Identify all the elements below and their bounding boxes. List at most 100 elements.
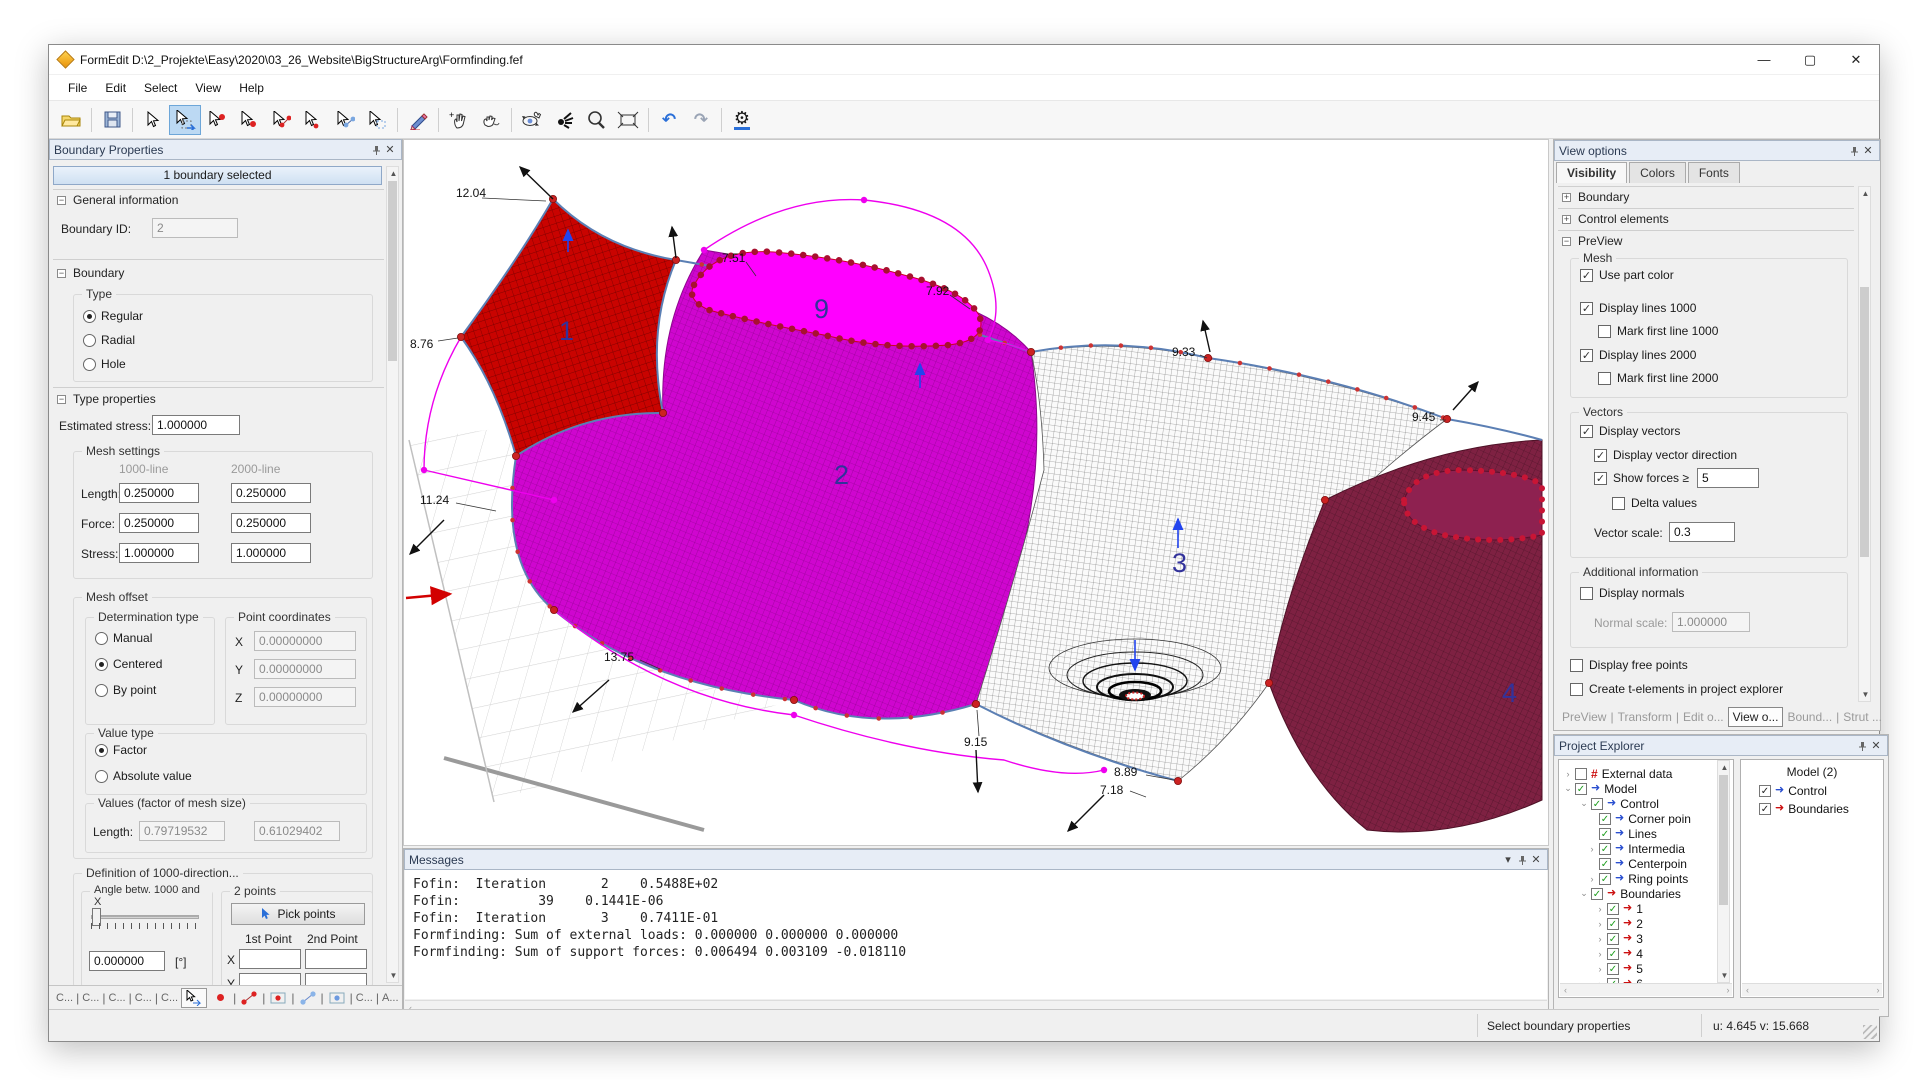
tree-item-boundary-2[interactable]: ›➜2 [1595, 916, 1643, 931]
light-burst-button[interactable] [548, 105, 580, 135]
point-z-field[interactable]: 0.00000000 [254, 687, 356, 707]
tab-view-o[interactable]: View o... [1728, 707, 1784, 727]
grab-view-button[interactable] [475, 105, 507, 135]
checkbox-use-part-color[interactable]: Use part color [1580, 268, 1674, 282]
open-file-button[interactable] [55, 105, 87, 135]
tab-strut[interactable]: Strut ... [1839, 708, 1886, 726]
section-vo-boundary[interactable]: +Boundary [1562, 190, 1629, 204]
stress-1000-field[interactable]: 1.000000 [119, 543, 199, 563]
tree-item-boundary-3[interactable]: ›➜3 [1595, 931, 1643, 946]
checkbox-display-free-points[interactable]: Display free points [1570, 658, 1688, 672]
checkbox-show-forces[interactable]: Show forces ≥ [1594, 471, 1689, 485]
tree-item-boundary-1[interactable]: ›➜1 [1595, 901, 1643, 916]
tree-item-boundary-4[interactable]: ›➜4 [1595, 946, 1643, 961]
first-point-x-field[interactable] [239, 949, 301, 969]
model-pane-hscrollbar[interactable]: ‹› [1742, 983, 1882, 996]
tree-item-centerpoints[interactable]: ➜Centerpoin [1599, 856, 1687, 871]
dropdown-icon[interactable]: ▾ [1501, 853, 1515, 867]
draw-tool-button[interactable] [402, 105, 434, 135]
tab-a1[interactable]: A... [379, 990, 402, 1006]
settings-run-button[interactable]: ⚙ [726, 105, 758, 135]
tab-c1[interactable]: C... [53, 990, 76, 1006]
select-node-tool-button[interactable] [233, 105, 265, 135]
tab-red-line-icon[interactable] [236, 988, 262, 1008]
view-options-scrollbar[interactable]: ▲ ▼ [1858, 186, 1871, 702]
angle-field[interactable]: 0.000000 [89, 951, 165, 971]
pin-icon[interactable] [1515, 853, 1529, 867]
orbit-view-button[interactable] [516, 105, 548, 135]
close-icon[interactable]: ✕ [1869, 739, 1883, 753]
section-boundary[interactable]: −Boundary [57, 266, 124, 280]
pan-tool-button[interactable]: + [443, 105, 475, 135]
values-field-1[interactable]: 0.79719532 [139, 821, 225, 841]
close-icon[interactable]: ✕ [383, 143, 397, 157]
zoom-extents-button[interactable] [612, 105, 644, 135]
checkbox-delta-values[interactable]: Delta values [1612, 496, 1697, 510]
tab-red-point-icon[interactable] [207, 988, 233, 1008]
checkbox-display-vector-direction[interactable]: Display vector direction [1594, 448, 1737, 462]
tree-item-corner-points[interactable]: ➜Corner poin [1599, 811, 1691, 826]
vector-scale-field[interactable]: 0.3 [1669, 522, 1735, 542]
tree-item-control[interactable]: ⌄➜Control [1579, 796, 1659, 811]
tab-blue-line-icon[interactable] [295, 988, 321, 1008]
stress-2000-field[interactable]: 1.000000 [231, 543, 311, 563]
radio-factor[interactable]: Factor [95, 743, 147, 757]
section-preview[interactable]: −PreView [1562, 234, 1622, 248]
scroll-down-icon[interactable]: ▼ [1860, 690, 1871, 699]
tree-item-external-data[interactable]: ›#External data [1563, 766, 1672, 781]
checkbox-create-t-elements[interactable]: Create t-elements in project explorer [1570, 682, 1783, 696]
redo-button[interactable]: ↷ [685, 105, 717, 135]
checkbox-display-normals[interactable]: Display normals [1580, 586, 1684, 600]
tab-edit-o[interactable]: Edit o... [1679, 708, 1728, 726]
tab-visibility[interactable]: Visibility [1556, 162, 1627, 183]
force-2000-field[interactable]: 0.250000 [231, 513, 311, 533]
checkbox-mark-first-line-1000[interactable]: Mark first line 1000 [1598, 324, 1718, 338]
checkbox-mark-first-line-2000[interactable]: Mark first line 2000 [1598, 371, 1718, 385]
tab-c6[interactable]: C... [353, 990, 376, 1006]
menu-select[interactable]: Select [135, 77, 186, 99]
point-x-field[interactable]: 0.00000000 [254, 631, 356, 651]
tree-vscrollbar[interactable]: ▲▼ [1717, 760, 1730, 983]
scroll-down-icon[interactable]: ▼ [388, 971, 399, 980]
maximize-button[interactable]: ▢ [1787, 45, 1833, 74]
force-1000-field[interactable]: 0.250000 [119, 513, 199, 533]
model-item-boundaries[interactable]: ➜Boundaries [1759, 801, 1849, 816]
menu-edit[interactable]: Edit [96, 77, 135, 99]
tree-item-boundary-5[interactable]: ›➜5 [1595, 961, 1643, 976]
select-area-tool-button[interactable] [361, 105, 393, 135]
close-button[interactable]: ✕ [1833, 45, 1879, 74]
checkbox-display-lines-1000[interactable]: Display lines 1000 [1580, 301, 1696, 315]
values-field-2[interactable]: 0.61029402 [254, 821, 340, 841]
tab-c2[interactable]: C... [79, 990, 102, 1006]
pin-icon[interactable] [369, 143, 383, 157]
select-line-tool-button[interactable] [265, 105, 297, 135]
close-icon[interactable]: ✕ [1861, 144, 1875, 158]
estimated-stress-field[interactable]: 1.000000 [152, 415, 240, 435]
checkbox-display-lines-2000[interactable]: Display lines 2000 [1580, 348, 1696, 362]
select-rectangle-tool-button[interactable] [169, 105, 201, 135]
tab-red-rect-icon[interactable] [265, 988, 291, 1008]
menu-help[interactable]: Help [230, 77, 273, 99]
radio-manual[interactable]: Manual [95, 631, 152, 645]
resize-grip[interactable] [1863, 1025, 1877, 1039]
tree-hscrollbar[interactable]: ‹› [1560, 983, 1732, 996]
radio-radial[interactable]: Radial [83, 333, 135, 347]
length-1000-field[interactable]: 0.250000 [119, 483, 199, 503]
tab-blue-rect-icon[interactable] [324, 988, 350, 1008]
tree-item-boundaries[interactable]: ⌄➜Boundaries [1579, 886, 1681, 901]
select-tool-button[interactable] [137, 105, 169, 135]
checkbox-display-vectors[interactable]: Display vectors [1580, 424, 1680, 438]
tab-preview[interactable]: PreView [1558, 708, 1610, 726]
pin-icon[interactable] [1855, 739, 1869, 753]
tab-bound[interactable]: Bound... [1783, 708, 1836, 726]
radio-regular[interactable]: Regular [83, 309, 143, 323]
radio-by-point[interactable]: By point [95, 683, 156, 697]
tree-item-ring-points[interactable]: ›➜Ring points [1587, 871, 1688, 886]
point-y-field[interactable]: 0.00000000 [254, 659, 356, 679]
radio-centered[interactable]: Centered [95, 657, 162, 671]
tree-item-lines[interactable]: ➜Lines [1599, 826, 1657, 841]
radio-absolute-value[interactable]: Absolute value [95, 769, 192, 783]
tab-c4[interactable]: C... [132, 990, 155, 1006]
length-2000-field[interactable]: 0.250000 [231, 483, 311, 503]
tree-item-model[interactable]: ⌄➜Model [1563, 781, 1637, 796]
